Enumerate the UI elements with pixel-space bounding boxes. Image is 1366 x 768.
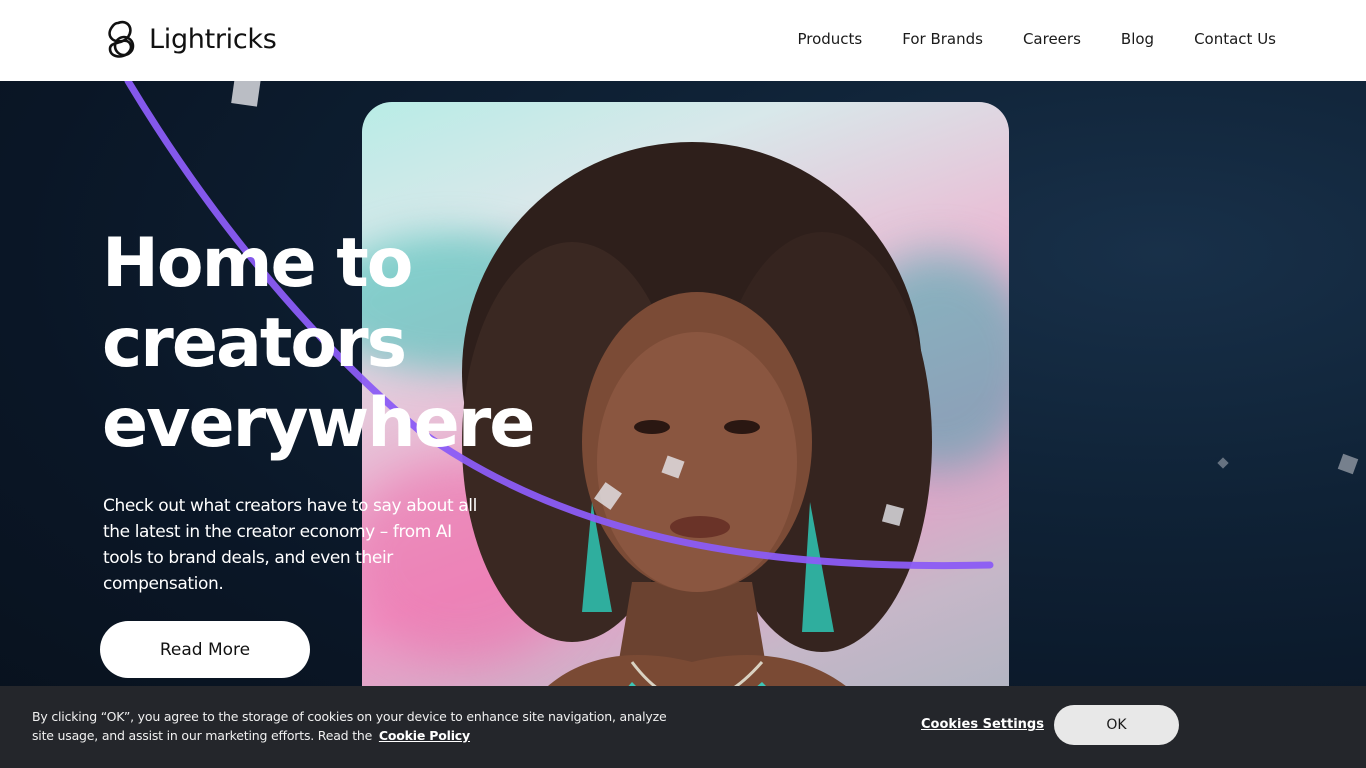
nav-for-brands[interactable]: For Brands: [902, 30, 983, 48]
read-more-button[interactable]: Read More: [100, 621, 310, 678]
lightricks-logo[interactable]: Lightricks: [104, 19, 277, 59]
cookie-banner: By clicking “OK”, you agree to the stora…: [0, 686, 1366, 768]
headline-line: creators: [102, 304, 407, 383]
hero-description: Check out what creators have to say abou…: [103, 496, 477, 594]
cookies-settings-button[interactable]: Cookies Settings: [921, 717, 1044, 732]
main-nav: Products For Brands Careers Blog Contact…: [797, 30, 1276, 48]
brand-name: Lightricks: [149, 23, 277, 55]
nav-blog[interactable]: Blog: [1121, 30, 1154, 48]
headline-line: everywhere: [102, 384, 535, 463]
nav-careers[interactable]: Careers: [1023, 30, 1081, 48]
hero-headline: Home to creators everywhere: [102, 224, 622, 464]
nav-contact-us[interactable]: Contact Us: [1194, 30, 1276, 48]
nav-products[interactable]: Products: [797, 30, 862, 48]
cookie-text-body: By clicking “OK”, you agree to the stora…: [32, 709, 667, 743]
confetti-shape: [231, 81, 261, 107]
site-header: Lightricks Products For Brands Careers B…: [0, 0, 1366, 81]
hero-section: Home to creators everywhere Check out wh…: [0, 81, 1366, 768]
headline-line: Home to: [102, 224, 414, 303]
cookie-ok-button[interactable]: OK: [1054, 705, 1179, 745]
cookie-consent-text: By clicking “OK”, you agree to the stora…: [32, 707, 692, 745]
lightricks-swirl-logo-icon: [108, 20, 135, 58]
cookie-policy-link[interactable]: Cookie Policy: [379, 728, 470, 743]
